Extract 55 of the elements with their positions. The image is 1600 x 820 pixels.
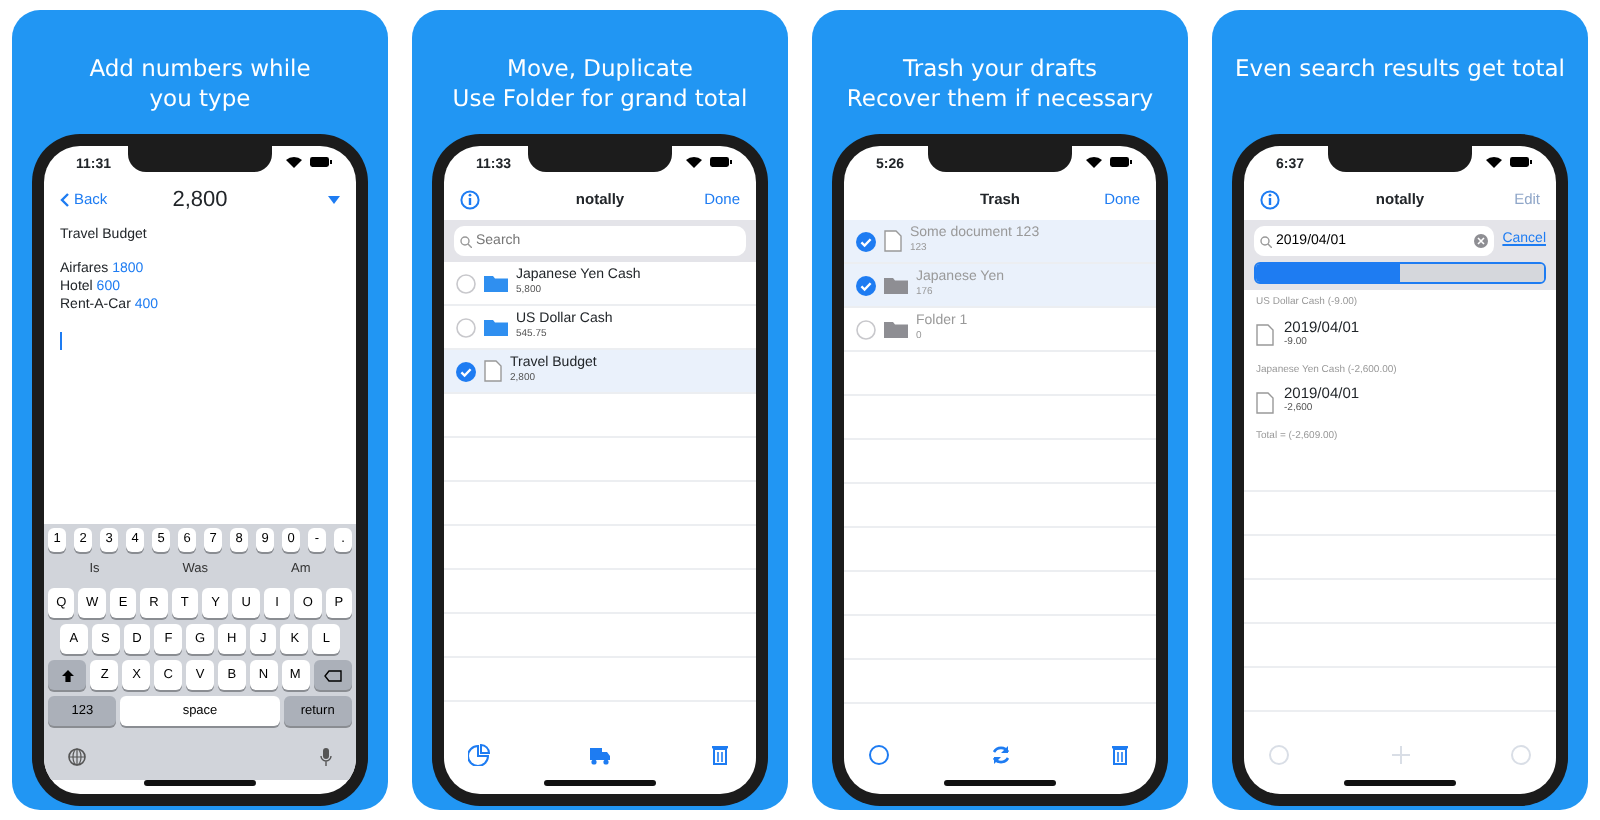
clear-icon[interactable] (1474, 234, 1489, 248)
checkmark-icon[interactable] (856, 231, 876, 251)
notch (528, 146, 672, 172)
backspace-icon (323, 669, 342, 681)
battery-icon (710, 156, 732, 168)
wifi-icon (686, 156, 702, 168)
headline: Use Folder for grand total (450, 83, 750, 114)
search-icon (1260, 235, 1272, 247)
headline: Add numbers while (87, 54, 313, 84)
folder-icon (484, 318, 508, 336)
home-indicator (944, 780, 1056, 786)
wifi-icon (286, 156, 302, 168)
home-indicator (1344, 780, 1456, 786)
folder-icon (884, 276, 908, 294)
notch (128, 146, 272, 172)
checkmark-icon[interactable] (456, 361, 476, 381)
trash-icon[interactable] (710, 743, 732, 765)
battery-icon (1110, 156, 1132, 168)
headline: you type (147, 83, 253, 114)
truck-icon[interactable] (589, 743, 611, 765)
document-icon (1256, 391, 1274, 413)
circle-icon[interactable] (868, 743, 890, 765)
headline: Recover them if necessary (844, 83, 1156, 114)
notch (1328, 146, 1472, 172)
info-icon[interactable] (1260, 190, 1280, 210)
headline: Even search results get total (1233, 54, 1567, 84)
home-indicator (544, 780, 656, 786)
microphone-icon[interactable] (320, 747, 332, 765)
headline: Trash your drafts (901, 54, 1099, 84)
trash-icon[interactable] (1110, 743, 1132, 765)
backspace-key[interactable] (313, 660, 352, 690)
text-cursor (60, 332, 62, 351)
folder-icon (484, 274, 508, 292)
battery-icon (310, 156, 332, 168)
total-title: 2,800 (170, 185, 230, 216)
globe-icon[interactable] (68, 747, 86, 765)
shift-icon (61, 669, 74, 681)
battery-icon (1510, 156, 1532, 168)
document-icon (884, 230, 902, 252)
wifi-icon (1486, 156, 1502, 168)
notch (928, 146, 1072, 172)
document-icon (1256, 324, 1274, 346)
caret-icon[interactable] (328, 196, 340, 204)
headline: Move, Duplicate (505, 54, 695, 84)
document-icon (484, 360, 502, 382)
chart-icon[interactable] (468, 743, 490, 765)
info-icon[interactable] (460, 190, 480, 210)
wifi-icon (1086, 156, 1102, 168)
checkmark-icon[interactable] (856, 275, 876, 295)
shift-key[interactable] (48, 660, 87, 690)
folder-icon (884, 320, 908, 338)
refresh-icon[interactable] (989, 743, 1011, 765)
back-chevron-icon (60, 192, 70, 208)
search-icon (460, 235, 472, 247)
home-indicator (144, 780, 256, 786)
